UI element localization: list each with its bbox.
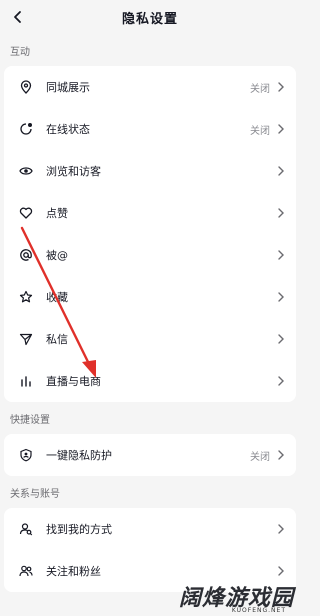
heart-icon xyxy=(18,205,34,221)
section-label-quick-settings: 快捷设置 xyxy=(10,415,50,426)
row-value: 关闭 xyxy=(250,83,270,95)
row-one-tap-privacy[interactable]: 一键隐私防护 关闭 xyxy=(4,434,296,476)
row-likes[interactable]: 点赞 xyxy=(4,192,296,234)
at-icon xyxy=(18,247,34,263)
watermark-subtext: KUOFENG.NET xyxy=(231,607,286,614)
row-messages[interactable]: 私信 xyxy=(4,318,296,360)
chevron-right-icon xyxy=(276,566,286,576)
row-label: 被@ xyxy=(46,249,68,262)
row-mentions[interactable]: 被@ xyxy=(4,234,296,276)
row-label: 在线状态 xyxy=(46,123,90,136)
chevron-right-icon xyxy=(276,292,286,302)
row-label: 直播与电商 xyxy=(46,375,101,388)
eye-icon xyxy=(18,163,34,179)
row-label: 同城展示 xyxy=(46,81,90,94)
chevron-right-icon xyxy=(276,208,286,218)
section-label-relations-account: 关系与账号 xyxy=(10,489,60,500)
chevron-right-icon xyxy=(276,124,286,134)
chevron-right-icon xyxy=(276,450,286,460)
online-status-icon xyxy=(18,121,34,137)
chevron-right-icon xyxy=(276,376,286,386)
top-bar: 隐私设置 xyxy=(0,0,300,34)
chevron-right-icon xyxy=(276,334,286,344)
chevron-right-icon xyxy=(276,166,286,176)
row-views-visitors[interactable]: 浏览和访客 xyxy=(4,150,296,192)
row-favorites[interactable]: 收藏 xyxy=(4,276,296,318)
row-label: 找到我的方式 xyxy=(46,523,112,536)
bars-icon xyxy=(18,373,34,389)
chevron-right-icon xyxy=(276,524,286,534)
row-value: 关闭 xyxy=(250,125,270,137)
section-label-interaction: 互动 xyxy=(10,47,30,58)
row-value: 关闭 xyxy=(250,451,270,463)
row-label: 收藏 xyxy=(46,291,68,304)
row-label: 一键隐私防护 xyxy=(46,449,112,462)
quick-settings-card: 一键隐私防护 关闭 xyxy=(4,434,296,476)
shield-icon xyxy=(18,447,34,463)
row-label: 点赞 xyxy=(46,207,68,220)
interaction-card: 同城展示 关闭 在线状态 关闭 浏览和访客 点赞 被@ 收藏 私信 直播与电商 xyxy=(4,66,296,402)
page-title: 隐私设置 xyxy=(121,11,178,27)
find-user-icon xyxy=(18,521,34,537)
location-pin-icon xyxy=(18,79,34,95)
row-label: 关注和粉丝 xyxy=(46,565,101,578)
row-label: 浏览和访客 xyxy=(46,165,101,178)
followers-icon xyxy=(18,563,34,579)
chevron-right-icon xyxy=(276,82,286,92)
back-arrow-icon[interactable] xyxy=(8,7,28,27)
row-find-me[interactable]: 找到我的方式 xyxy=(4,508,296,550)
row-label: 私信 xyxy=(46,333,68,346)
chevron-right-icon xyxy=(276,250,286,260)
star-icon xyxy=(18,289,34,305)
send-icon xyxy=(18,331,34,347)
row-nearby-display[interactable]: 同城展示 关闭 xyxy=(4,66,296,108)
row-live-commerce[interactable]: 直播与电商 xyxy=(4,360,296,402)
row-online-status[interactable]: 在线状态 关闭 xyxy=(4,108,296,150)
